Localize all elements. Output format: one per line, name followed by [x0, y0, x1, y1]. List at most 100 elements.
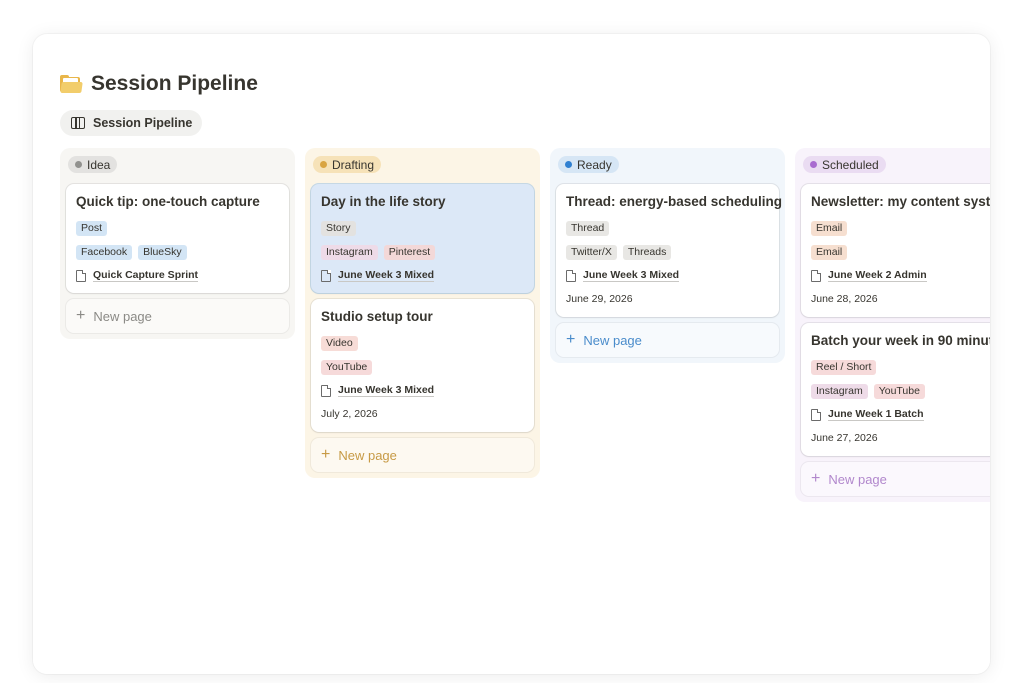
board-column-scheduled: Scheduled Newsletter: my content system Em…	[795, 148, 990, 502]
plus-icon: +	[811, 470, 821, 487]
document-icon	[811, 269, 821, 282]
board-card[interactable]: Thread: energy-based scheduling Thread Twi…	[556, 184, 783, 317]
content-type-tag: Reel / Short	[811, 360, 877, 375]
card-title: Day in the life story	[321, 194, 446, 209]
card-title: Newsletter: my content system	[811, 194, 990, 209]
column-header[interactable]: Scheduled	[803, 155, 886, 173]
view-tab-board[interactable]: Session Pipeline	[60, 110, 203, 136]
status-dot-icon	[75, 161, 82, 168]
document-icon	[566, 269, 576, 282]
new-page-label: New page	[583, 332, 642, 348]
platform-tag: Threads	[622, 245, 672, 260]
publish-date: July 2, 2026	[321, 408, 378, 420]
content-type-tag: Email	[811, 221, 848, 236]
column-header[interactable]: Ready	[558, 155, 619, 173]
plus-icon: +	[566, 331, 576, 348]
status-dot-icon	[810, 161, 817, 168]
platform-row: Twitter/X Threads	[566, 245, 672, 260]
status-badge: Idea	[68, 156, 118, 173]
card-title: Quick tip: one-touch capture	[76, 194, 260, 209]
content-type-row: Thread	[566, 221, 610, 236]
platform-row: Facebook BlueSky	[76, 245, 187, 260]
folder-icon	[60, 75, 83, 93]
board-card[interactable]: Newsletter: my content system Email Email J…	[801, 184, 990, 317]
plus-icon: +	[76, 307, 86, 324]
board-column-drafting: Drafting Day in the life story Story Instag…	[305, 148, 540, 478]
content-type-tag: Video	[321, 336, 358, 351]
content-type-row: Post	[76, 221, 108, 236]
project-link[interactable]: June Week 2 Admin	[811, 269, 927, 282]
board-card[interactable]: Day in the life story Story Instagram Pinte…	[311, 184, 534, 293]
platform-tag: YouTube	[321, 360, 373, 375]
board-card[interactable]: Studio setup tour Video YouTube June Week 3…	[311, 299, 534, 432]
status-dot-icon	[565, 161, 572, 168]
page-header: Session Pipeline	[60, 72, 258, 96]
board-card[interactable]: Quick tip: one-touch capture Post Facebook…	[66, 184, 289, 293]
platform-row: YouTube	[321, 360, 373, 375]
platform-tag: Twitter/X	[566, 245, 617, 260]
content-type-row: Email	[811, 221, 848, 236]
project-name: June Week 2 Admin	[828, 269, 927, 282]
column-header[interactable]: Idea	[68, 155, 118, 173]
project-name: June Week 3 Mixed	[338, 269, 435, 282]
project-name: June Week 1 Batch	[828, 408, 924, 421]
bottom-fade	[33, 584, 990, 674]
document-icon	[811, 408, 821, 421]
status-label: Idea	[87, 157, 111, 172]
card-title: Studio setup tour	[321, 309, 433, 324]
new-page-label: New page	[93, 308, 152, 324]
platform-tag: Instagram	[321, 245, 378, 260]
new-page-label: New page	[828, 471, 887, 487]
platform-row: Instagram Pinterest	[321, 245, 436, 260]
board-column-ready: Ready Thread: energy-based scheduling Thre…	[550, 148, 785, 363]
content-type-tag: Thread	[566, 221, 610, 236]
publish-date: June 28, 2026	[811, 293, 878, 305]
card-title: Thread: energy-based scheduling	[566, 194, 783, 209]
new-page-button[interactable]: + New page	[66, 299, 289, 333]
content-type-row: Story	[321, 221, 356, 236]
new-page-button[interactable]: + New page	[556, 323, 779, 357]
plus-icon: +	[321, 446, 331, 463]
new-page-button[interactable]: + New page	[311, 438, 534, 472]
status-dot-icon	[320, 161, 327, 168]
new-page-label: New page	[338, 447, 397, 463]
status-label: Drafting	[332, 157, 375, 172]
page-title: Session Pipeline	[91, 72, 258, 95]
project-link[interactable]: June Week 1 Batch	[811, 408, 924, 421]
platform-tag: Facebook	[76, 245, 133, 260]
platform-row: Email	[811, 245, 848, 260]
publish-date: June 29, 2026	[566, 293, 633, 305]
board-card[interactable]: Batch your week in 90 minutes Reel / Shor…	[801, 323, 990, 456]
project-name: June Week 3 Mixed	[338, 384, 435, 397]
publish-date: June 27, 2026	[811, 432, 878, 444]
view-tab-label: Session Pipeline	[93, 116, 193, 130]
project-name: June Week 3 Mixed	[583, 269, 680, 282]
platform-tag: Email	[811, 245, 848, 260]
column-header[interactable]: Drafting	[313, 155, 382, 173]
new-page-button[interactable]: + New page	[801, 462, 990, 496]
status-label: Ready	[577, 157, 612, 172]
project-link[interactable]: June Week 3 Mixed	[321, 384, 435, 397]
content-type-tag: Story	[321, 221, 356, 236]
document-icon	[76, 269, 86, 282]
document-icon	[321, 269, 331, 282]
project-name: Quick Capture Sprint	[93, 269, 199, 282]
platform-tag: BlueSky	[138, 245, 187, 260]
project-link[interactable]: June Week 3 Mixed	[321, 269, 435, 282]
project-link[interactable]: June Week 3 Mixed	[566, 269, 680, 282]
card-title: Batch your week in 90 minutes	[811, 333, 990, 348]
platform-tag: YouTube	[873, 384, 925, 399]
content-type-row: Reel / Short	[811, 360, 877, 375]
platform-tag: Pinterest	[383, 245, 436, 260]
content-type-row: Video	[321, 336, 358, 351]
platform-tag: Instagram	[811, 384, 868, 399]
document-icon	[321, 384, 331, 397]
content-type-tag: Post	[76, 221, 108, 236]
platform-row: Instagram YouTube	[811, 384, 925, 399]
status-badge: Scheduled	[803, 156, 886, 173]
app-window: Session Pipeline Session Pipeline Idea Qu…	[33, 34, 990, 674]
board-view-icon	[71, 117, 85, 129]
project-link[interactable]: Quick Capture Sprint	[76, 269, 199, 282]
status-label: Scheduled	[822, 157, 879, 172]
status-badge: Ready	[558, 156, 619, 173]
